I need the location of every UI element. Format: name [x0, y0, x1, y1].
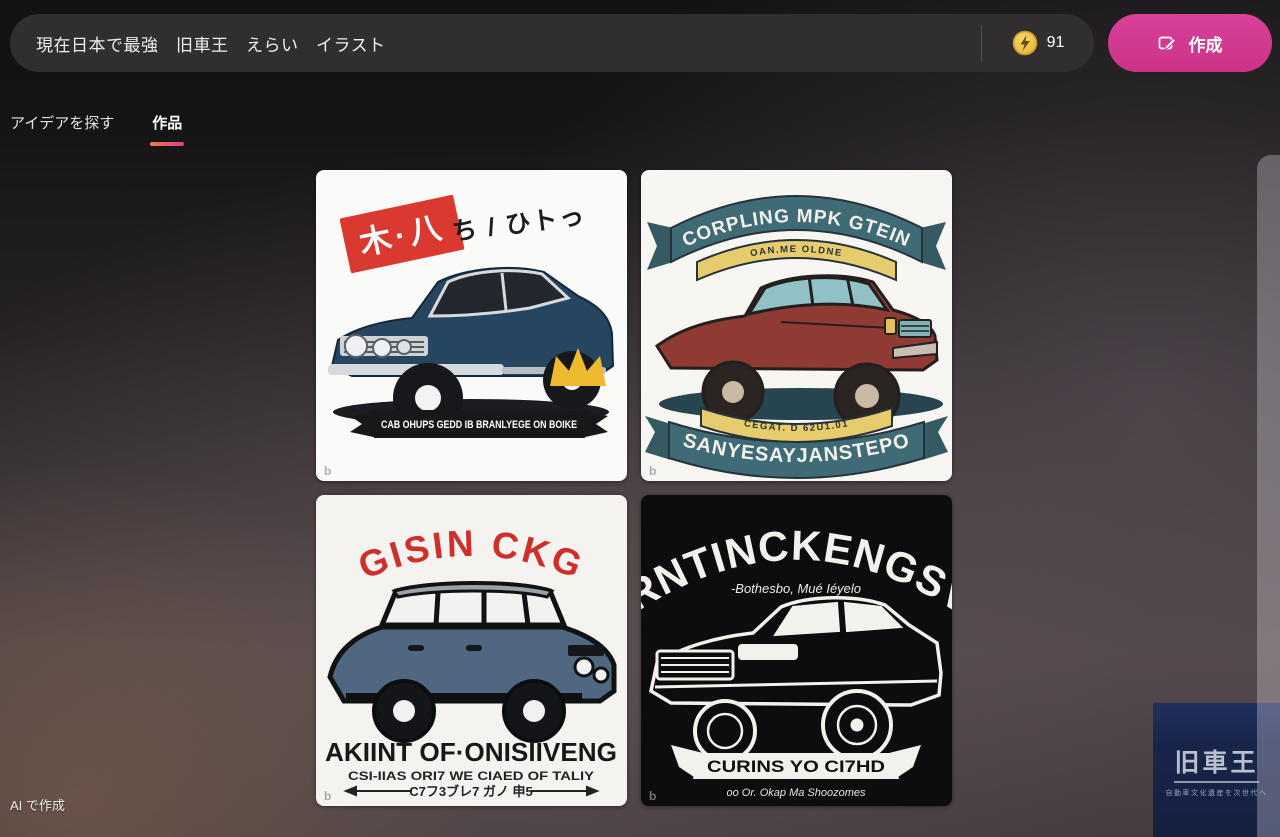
svg-text:GISIN CKG: GISIN CKG [353, 523, 590, 587]
prompt-input[interactable]: 現在日本で最強 旧車王 えらい イラスト 91 [10, 14, 1094, 72]
tab-works-label: 作品 [152, 112, 182, 133]
next-panel-edge[interactable] [1257, 155, 1280, 837]
ai-created-label: AI で作成 [10, 795, 65, 814]
artwork-blue-sedan: 木·八 ち / ひトっ [316, 170, 627, 481]
ribbon-top: CORPLING MPK GTEIN OAN.ME OLDNE [647, 196, 946, 280]
brand-tagline: 自動車文化遺産を次世代へ [1166, 788, 1268, 798]
subline2-text: C7フ3ブレ7 ガノ 申5 [409, 784, 533, 799]
tab-bar: アイデアを探す 作品 [10, 112, 184, 146]
create-button-label: 作成 [1189, 31, 1223, 56]
brand-logo: 旧車王 [1174, 743, 1258, 783]
tab-explore-ideas[interactable]: アイデアを探す [10, 112, 114, 133]
credits-count: 91 [1047, 34, 1065, 52]
prompt-text: 現在日本で最強 旧車王 えらい イラスト [10, 31, 981, 56]
gallery-card-4[interactable]: ORNTINCKENGSVZ -Bothesbo, Mué Iéyelo [641, 495, 952, 806]
red-stamp: 木·八 [339, 195, 464, 274]
artwork-bw-muscle-car: ORNTINCKENGSVZ -Bothesbo, Mué Iéyelo [641, 495, 952, 806]
arch-title-text: GISIN CKG [353, 523, 590, 587]
active-tab-underline [150, 142, 184, 146]
script-bottom-text: oo Or. Okap Ma Shoozomes [727, 787, 866, 799]
gallery-card-3[interactable]: GISIN CKG AKIINT OF·ONISIIVEN [316, 495, 627, 806]
create-doc-pencil-icon [1158, 34, 1177, 53]
gallery-grid: 木·八 ち / ひトっ [316, 170, 952, 806]
car-illustration-1 [328, 268, 613, 433]
coin-bolt-icon [1012, 30, 1038, 56]
car-illustration-3 [330, 584, 614, 742]
tab-works[interactable]: 作品 [150, 112, 184, 146]
credits-badge[interactable]: 91 [981, 25, 1094, 61]
banner-text: CAB OHUPS GEDD IB BRANLYEGE ON BOIKE [381, 419, 577, 431]
banner-ribbon-1: CAB OHUPS GEDD IB BRANLYEGE ON BOIKE [350, 410, 608, 438]
headline-text: AKIINT OF·ONISIIVENG [325, 737, 617, 767]
gallery-card-1[interactable]: 木·八 ち / ひトっ [316, 170, 627, 481]
car-illustration-4 [651, 598, 941, 761]
gallery-card-2[interactable]: CORPLING MPK GTEIN OAN.ME OLDNE [641, 170, 952, 481]
artwork-steel-blue-sedan: GISIN CKG AKIINT OF·ONISIIVEN [316, 495, 627, 806]
tab-explore-label: アイデアを探す [10, 112, 114, 133]
kana-text: ち / ひトっ [450, 202, 587, 246]
subline1-text: CSI-IIAS ORI7 WE CIAED OF TALIY [348, 769, 594, 783]
script-top-text: -Bothesbo, Mué Iéyelo [731, 581, 861, 596]
create-button[interactable]: 作成 [1108, 14, 1272, 72]
car-illustration-2 [657, 276, 943, 428]
ribbon-text: CURINS YO CI7HD [707, 757, 885, 776]
artwork-maroon-sedan: CORPLING MPK GTEIN OAN.ME OLDNE [641, 170, 952, 481]
